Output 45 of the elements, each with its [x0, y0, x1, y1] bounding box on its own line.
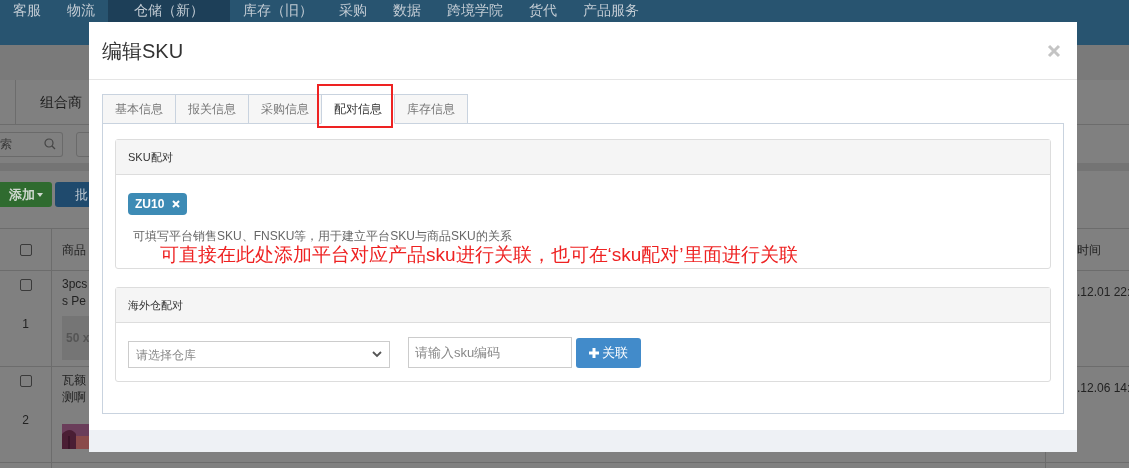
nav-tab[interactable]: 产品服务: [570, 0, 652, 22]
nav-tab[interactable]: 采购: [326, 0, 380, 22]
help-text: 可填写平台销售SKU、FNSKU等，用于建立平台SKU与商品SKU的关系: [132, 228, 513, 244]
product-name: s Pe: [62, 293, 86, 310]
dialog-tab[interactable]: 采购信息: [248, 94, 322, 124]
time-cell: .12.06 14:: [1077, 381, 1129, 395]
link-button[interactable]: 关联: [576, 337, 641, 368]
panel-title: 海外仓配对: [128, 297, 183, 313]
row-number: 1: [22, 316, 29, 333]
sub-tab[interactable]: 组合商: [40, 91, 82, 113]
search-icon: [44, 138, 56, 150]
nav-tab[interactable]: 数据: [380, 0, 434, 22]
nav-tab[interactable]: 物流: [54, 0, 108, 22]
nav-tab[interactable]: 仓储（新）: [108, 0, 230, 22]
sku-tag: ZU10: [128, 193, 188, 215]
product-name: 测啊: [62, 389, 86, 406]
warehouse-select[interactable]: 请选择仓库: [128, 341, 390, 368]
dialog-tab[interactable]: 配对信息: [321, 94, 395, 124]
product-name: 瓦额: [62, 372, 86, 389]
search-field[interactable]: 索: [0, 131, 63, 157]
checkbox[interactable]: [19, 375, 32, 387]
annotation-text: 可直接在此处添加平台对应产品sku进行关联，也可在‘sku配对’里面进行关联: [159, 244, 799, 266]
checkbox[interactable]: [19, 279, 32, 291]
dialog-title: 编辑SKU: [102, 38, 184, 64]
dialog-tab[interactable]: 库存信息: [394, 94, 468, 124]
chevron-down-icon: [372, 351, 382, 358]
nav-tab[interactable]: 客服: [0, 0, 54, 22]
time-cell: .12.01 22:: [1077, 285, 1129, 299]
remove-icon[interactable]: [172, 200, 181, 208]
nav-tab[interactable]: 跨境学院: [434, 0, 516, 22]
nav-tab[interactable]: 库存（旧）: [230, 0, 326, 22]
panel-title: SKU配对: [128, 149, 173, 165]
dialog-tab[interactable]: 基本信息: [102, 94, 176, 124]
add-button[interactable]: 添加: [0, 182, 52, 207]
dialog-tab[interactable]: 报关信息: [175, 94, 249, 124]
product-name: 3pcs: [62, 276, 88, 293]
checkbox[interactable]: [19, 243, 32, 256]
column-header: 时间: [1077, 241, 1101, 259]
plus-icon: [589, 347, 599, 358]
column-header: 商品: [62, 241, 86, 259]
close-button[interactable]: [1047, 42, 1063, 59]
sku-input-field[interactable]: 请输入sku编码: [408, 337, 572, 368]
row-number: 2: [22, 412, 29, 429]
close-icon: [1047, 43, 1061, 58]
nav-tab[interactable]: 货代: [516, 0, 570, 22]
